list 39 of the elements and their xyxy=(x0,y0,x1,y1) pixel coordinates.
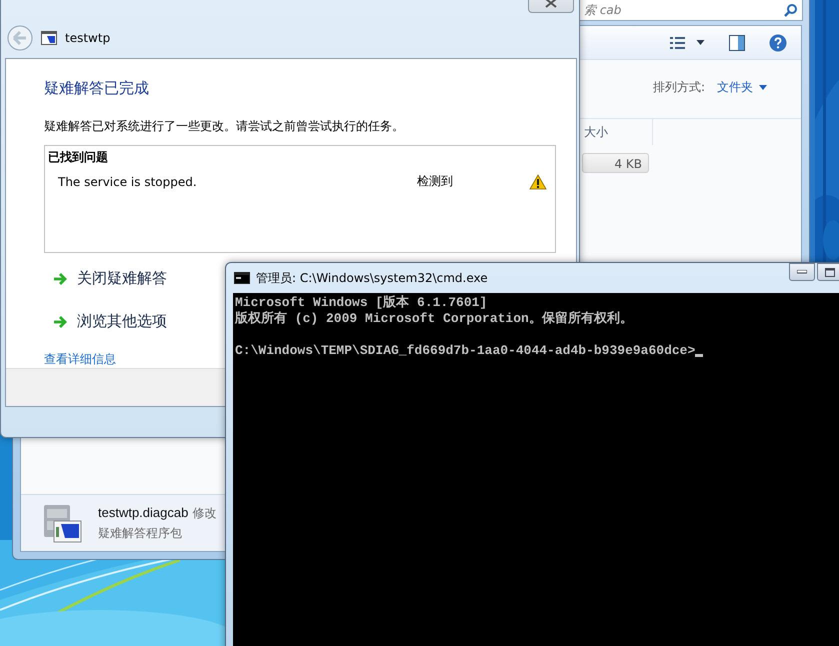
help-icon[interactable] xyxy=(769,34,787,52)
minimize-icon xyxy=(797,270,807,274)
minimize-button[interactable] xyxy=(789,263,815,281)
search-input[interactable]: 索 cab xyxy=(582,2,784,18)
file-row[interactable]: 4 KB xyxy=(582,153,649,173)
cabinet-computer-icon xyxy=(42,503,82,543)
action-link[interactable]: 关闭疑难解答 xyxy=(44,269,167,288)
action-link[interactable]: 浏览其他选项 xyxy=(44,312,167,331)
window-title: 管理员: C:\Windows\system32\cmd.exe xyxy=(256,270,488,286)
caret-icon[interactable] xyxy=(696,40,705,45)
caret-icon xyxy=(759,84,767,90)
console-icon xyxy=(234,272,250,284)
modified-label: 修改 xyxy=(192,504,216,522)
console-line: 版权所有 (c) 2009 Microsoft Corporation。保留所有权利。 xyxy=(235,311,634,327)
sort-dropdown[interactable]: 文件夹 xyxy=(717,78,767,96)
maximize-button[interactable] xyxy=(817,263,839,281)
file-name: testwtp.diagcab xyxy=(98,504,188,522)
warning-icon xyxy=(529,174,547,190)
arrow-icon xyxy=(53,314,67,328)
console-prompt: C:\Windows\TEMP\SDIAG_fd669d7b-1aa0-4044-ad4b-b939e9a60dce> xyxy=(235,343,696,359)
problem-text: The service is stopped. xyxy=(58,174,198,188)
preview-pane-icon[interactable] xyxy=(729,34,745,50)
problems-header: 已找到问题 xyxy=(48,149,109,166)
view-list-icon[interactable] xyxy=(670,36,686,50)
column-header[interactable]: 大小 xyxy=(582,119,653,145)
details-link[interactable]: 查看详细信息 xyxy=(44,351,116,368)
heading: 疑难解答已完成 xyxy=(44,79,149,98)
search-field[interactable]: 索 cab xyxy=(577,0,803,21)
window-title: testwtp xyxy=(65,31,110,45)
file-type: 疑难解答程序包 xyxy=(98,524,183,542)
problem-status: 检测到 xyxy=(417,173,454,190)
console-line: Microsoft Windows [版本 6.1.7601] xyxy=(235,295,488,311)
description: 疑难解答已对系统进行了一些更改。请尝试之前曾尝试执行的任务。 xyxy=(44,118,404,135)
close-icon xyxy=(545,0,557,8)
arrow-icon xyxy=(53,272,67,286)
search-icon[interactable] xyxy=(784,3,798,17)
sort-label: 排列方式: xyxy=(652,78,705,96)
maximize-icon xyxy=(825,268,835,276)
app-window-icon xyxy=(41,31,57,45)
